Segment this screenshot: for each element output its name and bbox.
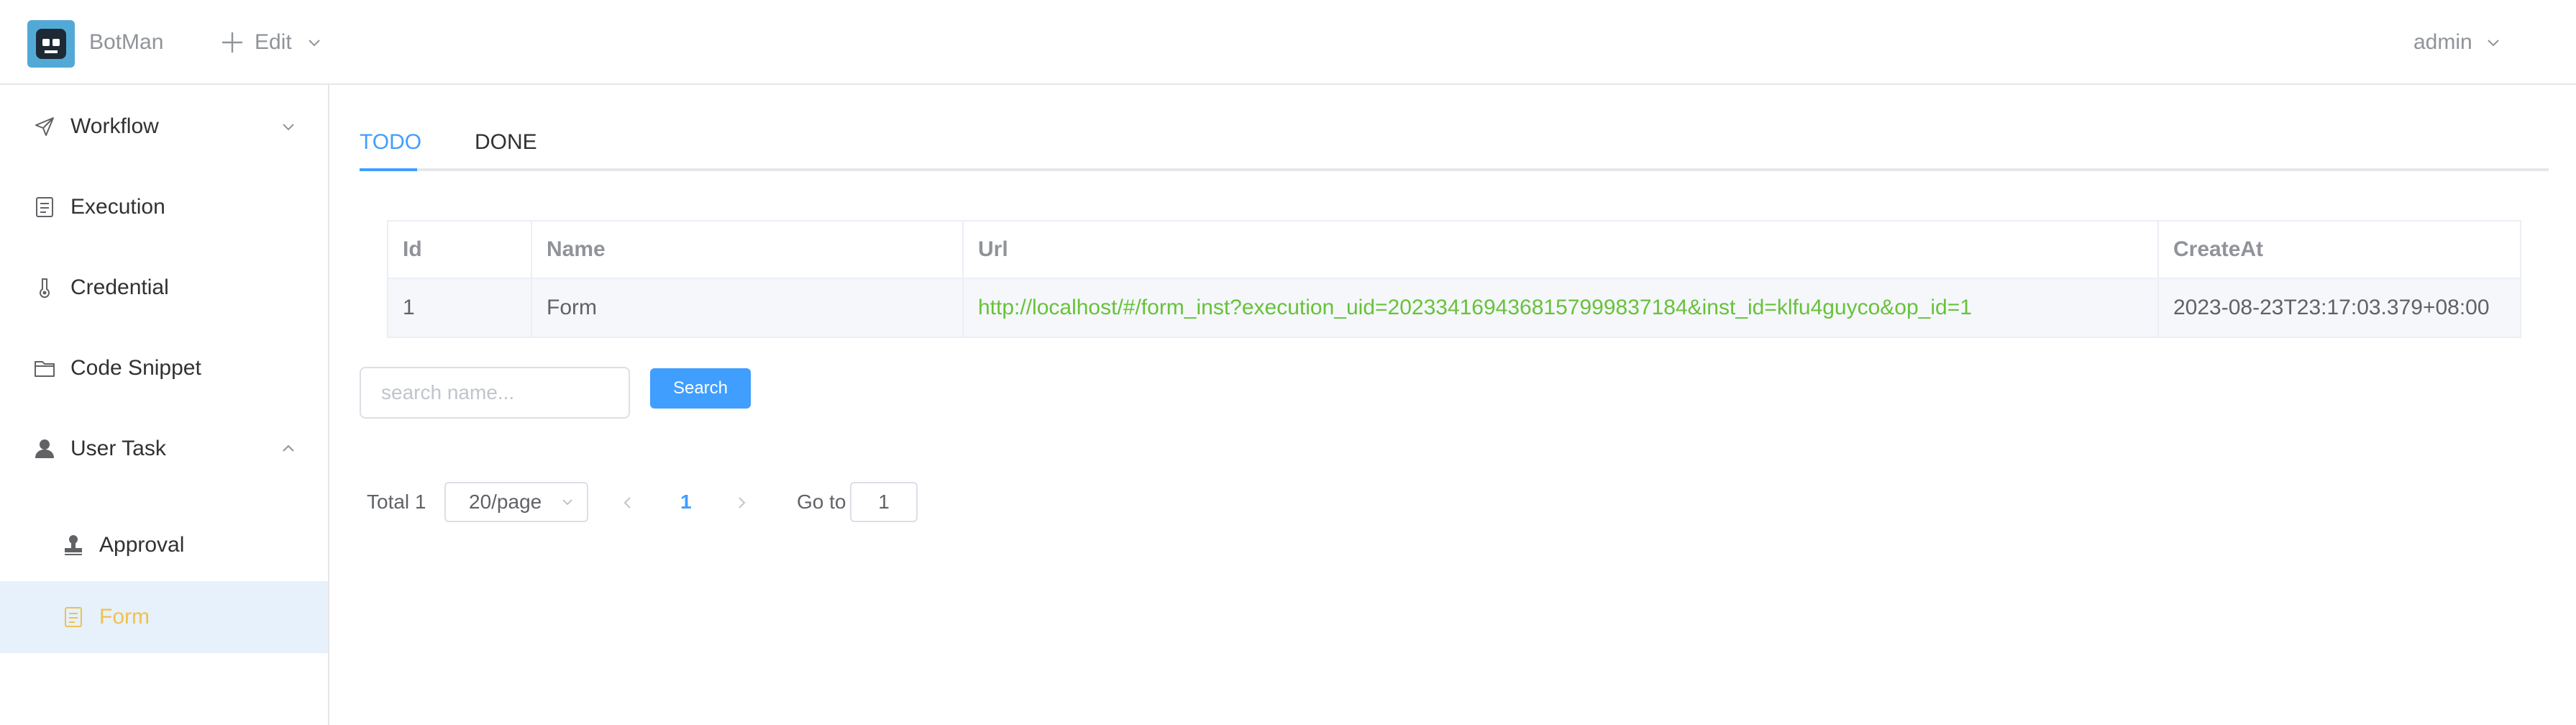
brand-name: BotMan: [89, 30, 164, 54]
tab-bar: TODO DONE: [360, 85, 2549, 171]
cell-createat: 2023-08-23T23:17:03.379+08:00: [2157, 278, 2521, 338]
table-header-row: Id Name Url CreateAt: [387, 220, 2521, 279]
active-tab-indicator: [360, 168, 417, 171]
cell-url-link[interactable]: http://localhost/#/form_inst?execution_u…: [962, 278, 2159, 338]
sidebar-item-label: Credential: [70, 275, 169, 299]
sidebar-item-label: Workflow: [70, 114, 159, 138]
cell-id: 1: [387, 278, 532, 338]
botman-logo[interactable]: [27, 20, 75, 68]
sidebar-item-label: Code Snippet: [70, 356, 201, 380]
tab-done[interactable]: DONE: [475, 129, 537, 155]
column-header-id[interactable]: Id: [387, 220, 532, 279]
sidebar-item-code-snippet[interactable]: Code Snippet: [0, 332, 328, 404]
edit-menu[interactable]: Edit: [220, 24, 322, 61]
sidebar-item-user-task[interactable]: User Task: [0, 413, 328, 485]
goto-page-input[interactable]: [850, 482, 918, 522]
page-number-current[interactable]: 1: [680, 491, 692, 514]
task-table: Id Name Url CreateAt 1 Form http://local…: [387, 220, 2521, 338]
sidebar-item-form[interactable]: Form: [0, 581, 328, 653]
chevron-right-icon[interactable]: [734, 495, 749, 511]
paper-plane-icon: [33, 115, 56, 138]
sidebar-item-label: User Task: [70, 437, 166, 460]
document-icon: [33, 196, 56, 219]
page-size-select[interactable]: 20/page: [444, 482, 588, 522]
form-icon: [62, 606, 85, 629]
table-row[interactable]: 1 Form http://localhost/#/form_inst?exec…: [387, 278, 2521, 338]
user-icon: [33, 437, 56, 460]
pagination-total: Total 1: [367, 491, 426, 513]
chevron-down-icon: [308, 40, 320, 47]
user-menu[interactable]: admin: [2413, 24, 2501, 61]
search-input[interactable]: [360, 367, 630, 419]
plus-icon: [222, 32, 242, 53]
chevron-up-icon: [283, 444, 294, 452]
chevron-left-icon[interactable]: [620, 495, 636, 511]
thermometer-icon: [33, 276, 56, 299]
column-header-url[interactable]: Url: [962, 220, 2159, 279]
sidebar: Workflow Execution Credential Code Snipp…: [0, 85, 329, 725]
sidebar-item-execution[interactable]: Execution: [0, 171, 328, 243]
tab-label: DONE: [475, 130, 537, 154]
sidebar-item-workflow[interactable]: Workflow: [0, 91, 328, 163]
chevron-down-icon: [562, 499, 572, 506]
stamp-icon: [62, 534, 85, 557]
tab-todo[interactable]: TODO: [360, 129, 421, 155]
tab-label: TODO: [360, 130, 422, 154]
folder-icon: [33, 357, 56, 380]
edit-label: Edit: [255, 30, 292, 54]
column-header-name[interactable]: Name: [531, 220, 964, 279]
sidebar-item-label: Execution: [70, 195, 165, 219]
top-header: BotMan Edit admin: [0, 0, 2576, 85]
sidebar-item-label: Form: [99, 605, 150, 629]
cell-name: Form: [531, 278, 964, 338]
sidebar-item-approval[interactable]: Approval: [0, 509, 328, 581]
chevron-down-icon: [283, 124, 294, 131]
column-header-createat[interactable]: CreateAt: [2157, 220, 2521, 279]
search-button[interactable]: Search: [650, 368, 751, 409]
page-size-value: 20/page: [469, 491, 542, 513]
sidebar-item-label: Approval: [99, 533, 185, 557]
chevron-down-icon: [2488, 40, 2499, 47]
goto-label: Go to: [797, 491, 846, 513]
sidebar-item-credential[interactable]: Credential: [0, 252, 328, 324]
robot-face: [36, 29, 66, 59]
username: admin: [2413, 30, 2472, 54]
